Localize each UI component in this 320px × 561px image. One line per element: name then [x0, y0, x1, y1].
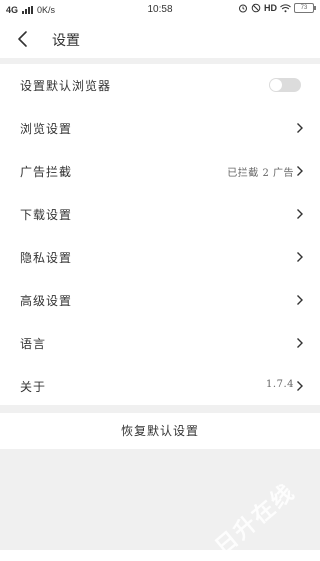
setting-language[interactable]: 语言 [0, 322, 320, 365]
setting-about[interactable]: 关于 1.7.4 [0, 365, 320, 408]
mute-icon [251, 3, 261, 13]
setting-privacy[interactable]: 隐私设置 [0, 236, 320, 279]
app-bar: 设置 [0, 20, 320, 58]
chevron-right-icon [297, 209, 303, 219]
wifi-icon [280, 3, 291, 12]
alarm-icon [239, 4, 247, 13]
chevron-right-icon [297, 252, 303, 262]
setting-label: 语言 [20, 337, 47, 351]
empty-area: 日升在线 [0, 449, 320, 560]
ad-block-count: 已拦截 2 广告 [227, 168, 294, 179]
restore-defaults-button[interactable]: 恢复默认设置 [0, 413, 320, 449]
setting-label: 广告拦截 [20, 165, 73, 179]
setting-default-browser[interactable]: 设置默认浏览器 [0, 64, 320, 107]
chevron-right-icon [297, 166, 303, 176]
toggle-knob [270, 79, 282, 91]
battery-icon: 73 [294, 3, 316, 13]
setting-label: 关于 [20, 380, 47, 394]
setting-download[interactable]: 下载设置 [0, 193, 320, 236]
page-title: 设置 [52, 33, 80, 49]
status-right: HD 73 [238, 3, 316, 13]
chevron-right-icon [297, 295, 303, 305]
settings-list: 设置默认浏览器 浏览设置 广告拦截 已拦截 2 广告 下载设置 隐私设置 高级设… [0, 64, 320, 408]
setting-ad-block[interactable]: 广告拦截 已拦截 2 广告 [0, 150, 320, 193]
setting-advanced[interactable]: 高级设置 [0, 279, 320, 322]
hd-badge: HD [264, 3, 277, 13]
chevron-right-icon [297, 338, 303, 348]
watermark: 日升在线 [210, 479, 301, 561]
separator [0, 405, 320, 413]
chevron-right-icon [297, 123, 303, 133]
back-arrow-icon[interactable] [12, 28, 34, 50]
setting-label: 下载设置 [20, 208, 73, 222]
setting-browse[interactable]: 浏览设置 [0, 107, 320, 150]
chevron-right-icon [297, 381, 303, 391]
default-browser-toggle[interactable] [269, 78, 301, 92]
app-version: 1.7.4 [266, 379, 294, 390]
setting-label: 高级设置 [20, 294, 73, 308]
setting-label: 隐私设置 [20, 251, 73, 265]
status-bar: 4G 0K/s 10:58 HD 73 [0, 0, 320, 20]
setting-label: 浏览设置 [20, 122, 73, 136]
setting-label: 设置默认浏览器 [20, 79, 112, 93]
